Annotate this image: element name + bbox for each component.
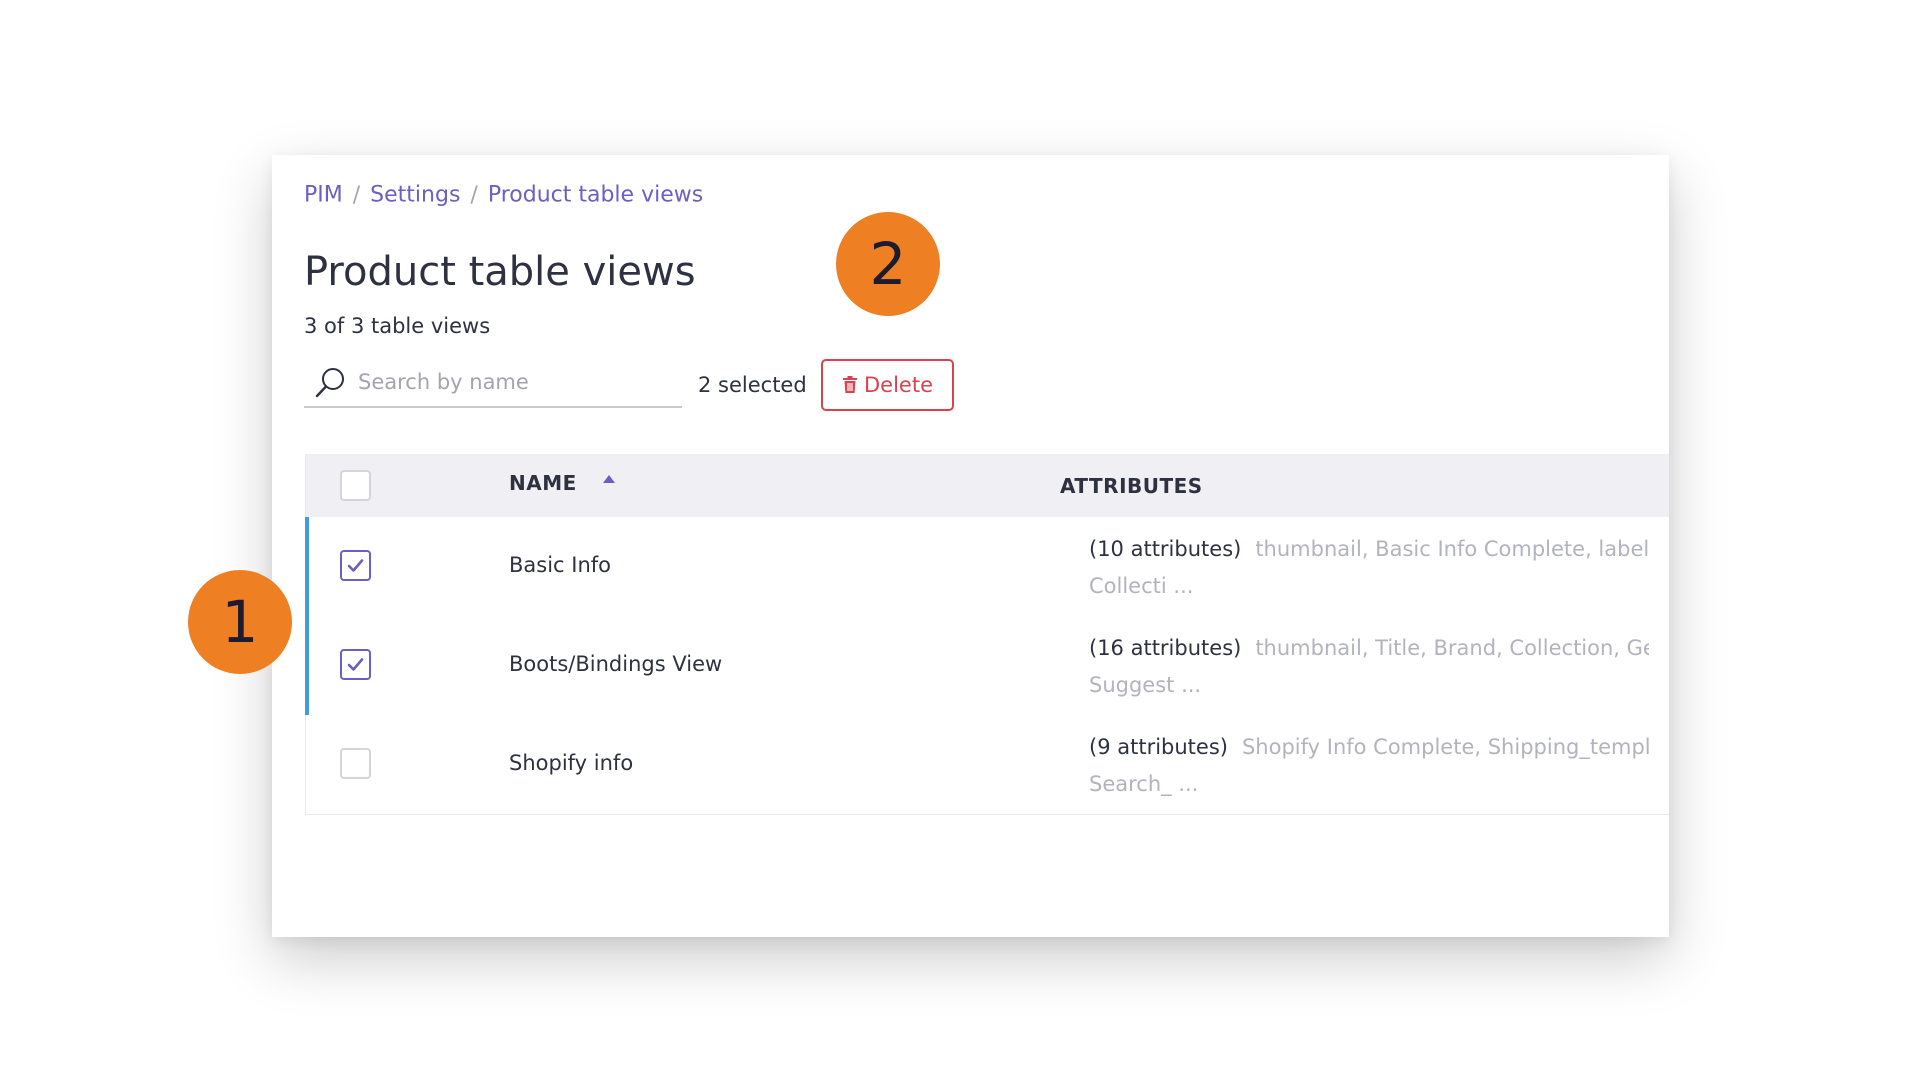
screenshot-stage: PIM / Settings / Product table views Product… bbox=[0, 0, 1920, 1080]
selected-count: 2 selected bbox=[698, 373, 807, 397]
table-row[interactable]: Shopify info (9 attributes) Shopify Info … bbox=[306, 715, 1669, 814]
row-checkbox[interactable] bbox=[340, 550, 371, 581]
sort-ascending-icon[interactable] bbox=[602, 474, 616, 484]
attribute-list: thumbnail, Title, Brand, Collection, Ger bbox=[1255, 636, 1649, 660]
table-views-count: 3 of 3 table views bbox=[304, 314, 491, 338]
row-selection-indicator bbox=[305, 616, 309, 715]
attribute-count: (16 attributes) bbox=[1089, 636, 1242, 660]
row-checkbox[interactable] bbox=[340, 649, 371, 680]
attribute-list: thumbnail, Basic Info Complete, label, ( bbox=[1255, 537, 1649, 561]
attribute-count: (9 attributes) bbox=[1089, 735, 1228, 759]
attribute-list-overflow: Suggest ... bbox=[1089, 673, 1202, 697]
delete-button-label: Delete bbox=[864, 373, 933, 397]
delete-button[interactable]: Delete bbox=[821, 359, 954, 411]
row-name[interactable]: Basic Info bbox=[509, 553, 611, 577]
row-checkbox[interactable] bbox=[340, 748, 371, 779]
callout-badge-1: 1 bbox=[188, 570, 292, 674]
check-icon bbox=[347, 559, 364, 572]
table-header: NAME ATTRIBUTES bbox=[306, 454, 1669, 517]
attribute-list-overflow: Collecti ... bbox=[1089, 574, 1194, 598]
search-input[interactable] bbox=[358, 364, 668, 400]
column-header-attributes: ATTRIBUTES bbox=[1060, 474, 1203, 498]
attribute-list-overflow: Search_ ... bbox=[1089, 772, 1199, 796]
breadcrumb-link-pim[interactable]: PIM bbox=[304, 183, 343, 208]
callout-badge-2: 2 bbox=[836, 212, 940, 316]
page-title: Product table views bbox=[304, 249, 696, 295]
table-row[interactable]: Basic Info (10 attributes) thumbnail, Bas… bbox=[305, 517, 1669, 616]
breadcrumb: PIM / Settings / Product table views bbox=[304, 182, 703, 208]
breadcrumb-separator: / bbox=[470, 182, 478, 208]
row-selection-indicator bbox=[305, 517, 309, 616]
trash-icon bbox=[843, 376, 857, 393]
breadcrumb-current-page[interactable]: Product table views bbox=[488, 183, 703, 208]
row-attributes: (10 attributes) thumbnail, Basic Info Com… bbox=[1089, 531, 1649, 605]
search-icon bbox=[315, 368, 344, 398]
check-icon bbox=[347, 658, 364, 671]
product-table-views-panel: PIM / Settings / Product table views Product… bbox=[272, 155, 1669, 937]
attribute-count: (10 attributes) bbox=[1089, 537, 1242, 561]
table-views-table: NAME ATTRIBUTES Basic Info (10 attribute… bbox=[305, 454, 1669, 815]
row-attributes: (9 attributes) Shopify Info Complete, Shi… bbox=[1089, 729, 1649, 803]
breadcrumb-link-settings[interactable]: Settings bbox=[370, 183, 460, 208]
row-attributes: (16 attributes) thumbnail, Title, Brand, … bbox=[1089, 630, 1649, 704]
search-box bbox=[304, 360, 682, 408]
attribute-list: Shopify Info Complete, Shipping_templa bbox=[1241, 735, 1649, 759]
select-all-checkbox[interactable] bbox=[340, 470, 371, 501]
row-name[interactable]: Shopify info bbox=[509, 751, 633, 775]
table-row[interactable]: Boots/Bindings View (16 attributes) thumb… bbox=[305, 616, 1669, 715]
row-name[interactable]: Boots/Bindings View bbox=[509, 652, 722, 676]
column-header-name[interactable]: NAME bbox=[509, 471, 577, 495]
breadcrumb-separator: / bbox=[352, 182, 361, 208]
